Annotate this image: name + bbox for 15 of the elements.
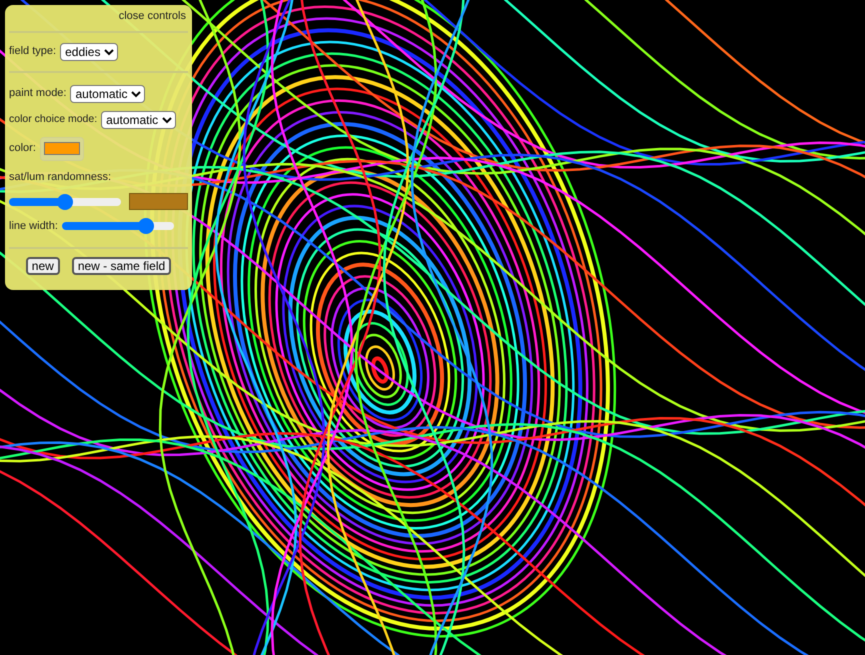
- new-same-field-button[interactable]: new - same field: [72, 256, 172, 274]
- field-label: color:: [9, 141, 36, 156]
- field-label: line width:: [9, 219, 58, 234]
- field-label: paint mode:: [9, 86, 66, 102]
- field-label: field type:: [9, 44, 56, 60]
- new-button[interactable]: new: [26, 256, 60, 274]
- color-picker[interactable]: [40, 136, 84, 160]
- color-mode-select[interactable]: automatic: [101, 110, 176, 128]
- paint-mode-select[interactable]: automatic: [70, 84, 146, 102]
- close-controls-link[interactable]: close controls: [118, 8, 188, 24]
- randomness-slider[interactable]: [9, 194, 121, 210]
- field-type-select[interactable]: eddies: [60, 42, 118, 60]
- line-width-slider[interactable]: [62, 218, 174, 234]
- field-label: color choice mode:: [9, 112, 98, 127]
- field-label: sat/lum randomness:: [9, 170, 112, 182]
